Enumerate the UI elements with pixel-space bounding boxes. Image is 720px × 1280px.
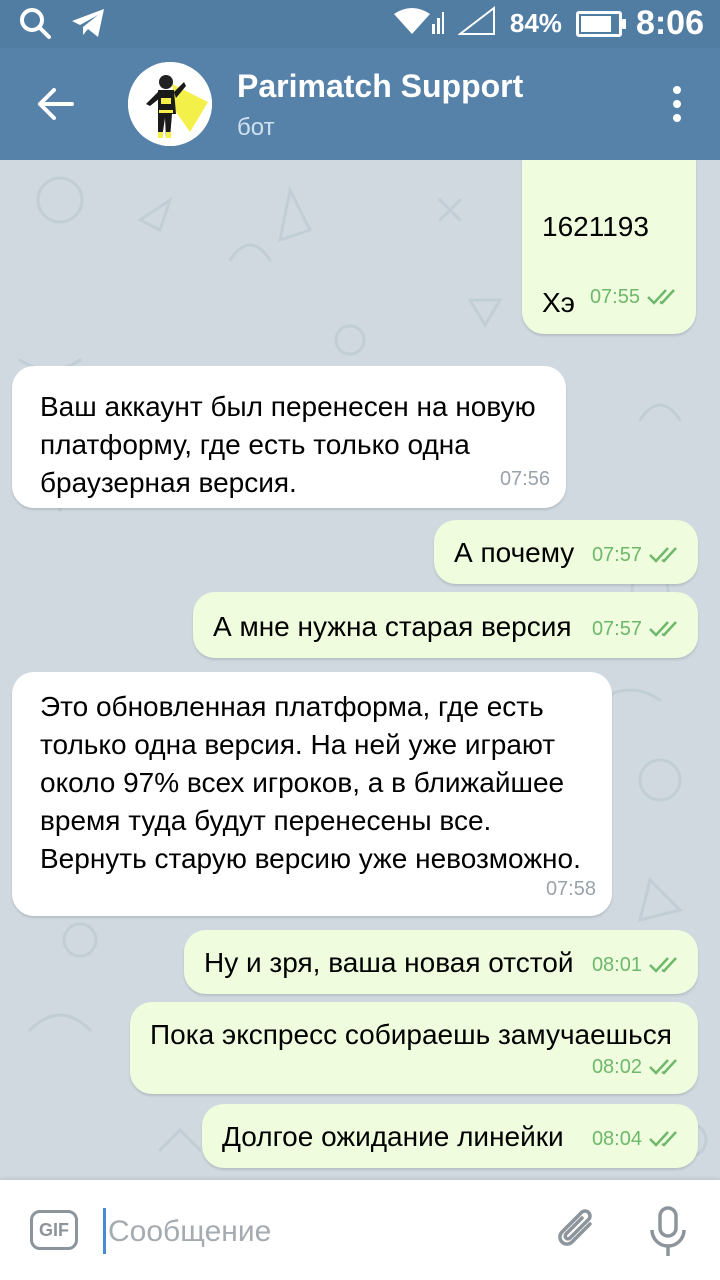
gif-button[interactable]: GIF (30, 1210, 78, 1250)
outgoing-message[interactable]: 1621193 Хэ 07:55 (522, 160, 696, 334)
message-meta: 07:56 (500, 460, 550, 498)
battery-percent: 84% (509, 8, 562, 38)
message-meta: 08:01 (592, 946, 682, 984)
more-vertical-icon (673, 86, 681, 122)
telegram-icon (70, 7, 106, 44)
message-time: 07:56 (499, 468, 550, 490)
double-check-icon (649, 1131, 677, 1147)
battery-icon (575, 10, 626, 37)
message-time: 07:57 (591, 544, 642, 566)
chat-title[interactable]: Parimatch Support (237, 68, 523, 105)
message-time: 07:57 (591, 618, 642, 640)
message-time: 07:55 (589, 286, 640, 308)
double-check-icon (649, 547, 677, 563)
double-check-icon (649, 957, 677, 973)
chat-header: Parimatch Support бот (0, 48, 720, 160)
double-check-icon (647, 289, 675, 305)
signal-icon (456, 5, 496, 41)
outgoing-message[interactable]: Долгое ожидание линейки 08:04 (202, 1104, 698, 1168)
message-time: 08:01 (591, 954, 642, 976)
wifi-icon (392, 6, 444, 41)
double-check-icon (649, 621, 677, 637)
double-check-icon (649, 1059, 677, 1075)
message-meta: 07:57 (592, 610, 682, 648)
message-input[interactable] (108, 1210, 508, 1254)
attach-button[interactable] (556, 1206, 600, 1256)
text-cursor (103, 1208, 106, 1254)
superhero-avatar-icon (128, 62, 212, 146)
outgoing-message[interactable]: А мне нужна старая версия 07:57 (193, 592, 698, 658)
message-time: 08:02 (591, 1056, 642, 1078)
message-text: Долгое ожидание линейки (222, 1121, 564, 1152)
incoming-message[interactable]: Это обновленная платформа, где есть толь… (12, 672, 612, 916)
chat-subtitle: бот (237, 114, 275, 141)
search-icon (18, 6, 52, 45)
message-meta: 07:55 (590, 278, 680, 316)
arrow-left-icon (38, 88, 74, 120)
message-time: 07:58 (545, 878, 596, 900)
incoming-message[interactable]: Ваш аккаунт был перенесен на новую платф… (12, 366, 566, 508)
outgoing-message[interactable]: А почему 07:57 (434, 520, 698, 584)
paperclip-icon (558, 1209, 592, 1246)
microphone-icon (650, 1206, 686, 1256)
message-text: Ваш аккаунт был перенесен на новую платф… (40, 391, 536, 498)
message-line: 1621193 (542, 211, 649, 242)
message-list[interactable]: 1621193 Хэ 07:55 Ваш аккаунт был перенес… (0, 160, 720, 1180)
message-text: А мне нужна старая версия (213, 611, 572, 642)
message-time: 08:04 (591, 1128, 642, 1150)
outgoing-message[interactable]: Ну и зря, ваша новая отстой 08:01 (184, 930, 698, 994)
outgoing-message[interactable]: Пока экспресс собираешь замучаешься 08:0… (130, 1002, 698, 1094)
clock: 8:06 (635, 4, 704, 42)
avatar[interactable] (128, 62, 212, 146)
more-menu-button[interactable] (672, 84, 682, 124)
message-composer: GIF (0, 1180, 720, 1280)
message-meta: 07:57 (592, 536, 682, 574)
message-line: Хэ (542, 287, 575, 318)
message-meta: 07:58 (546, 870, 596, 908)
message-text: А почему (454, 537, 575, 568)
status-bar: 84% 8:06 (0, 0, 720, 48)
message-meta: 08:04 (592, 1120, 682, 1158)
message-text: Ну и зря, ваша новая отстой (204, 947, 574, 978)
back-button[interactable] (36, 86, 76, 122)
message-meta: 08:02 (592, 1048, 682, 1086)
microphone-button[interactable] (648, 1204, 688, 1260)
message-text: Это обновленная платформа, где есть толь… (40, 691, 581, 874)
